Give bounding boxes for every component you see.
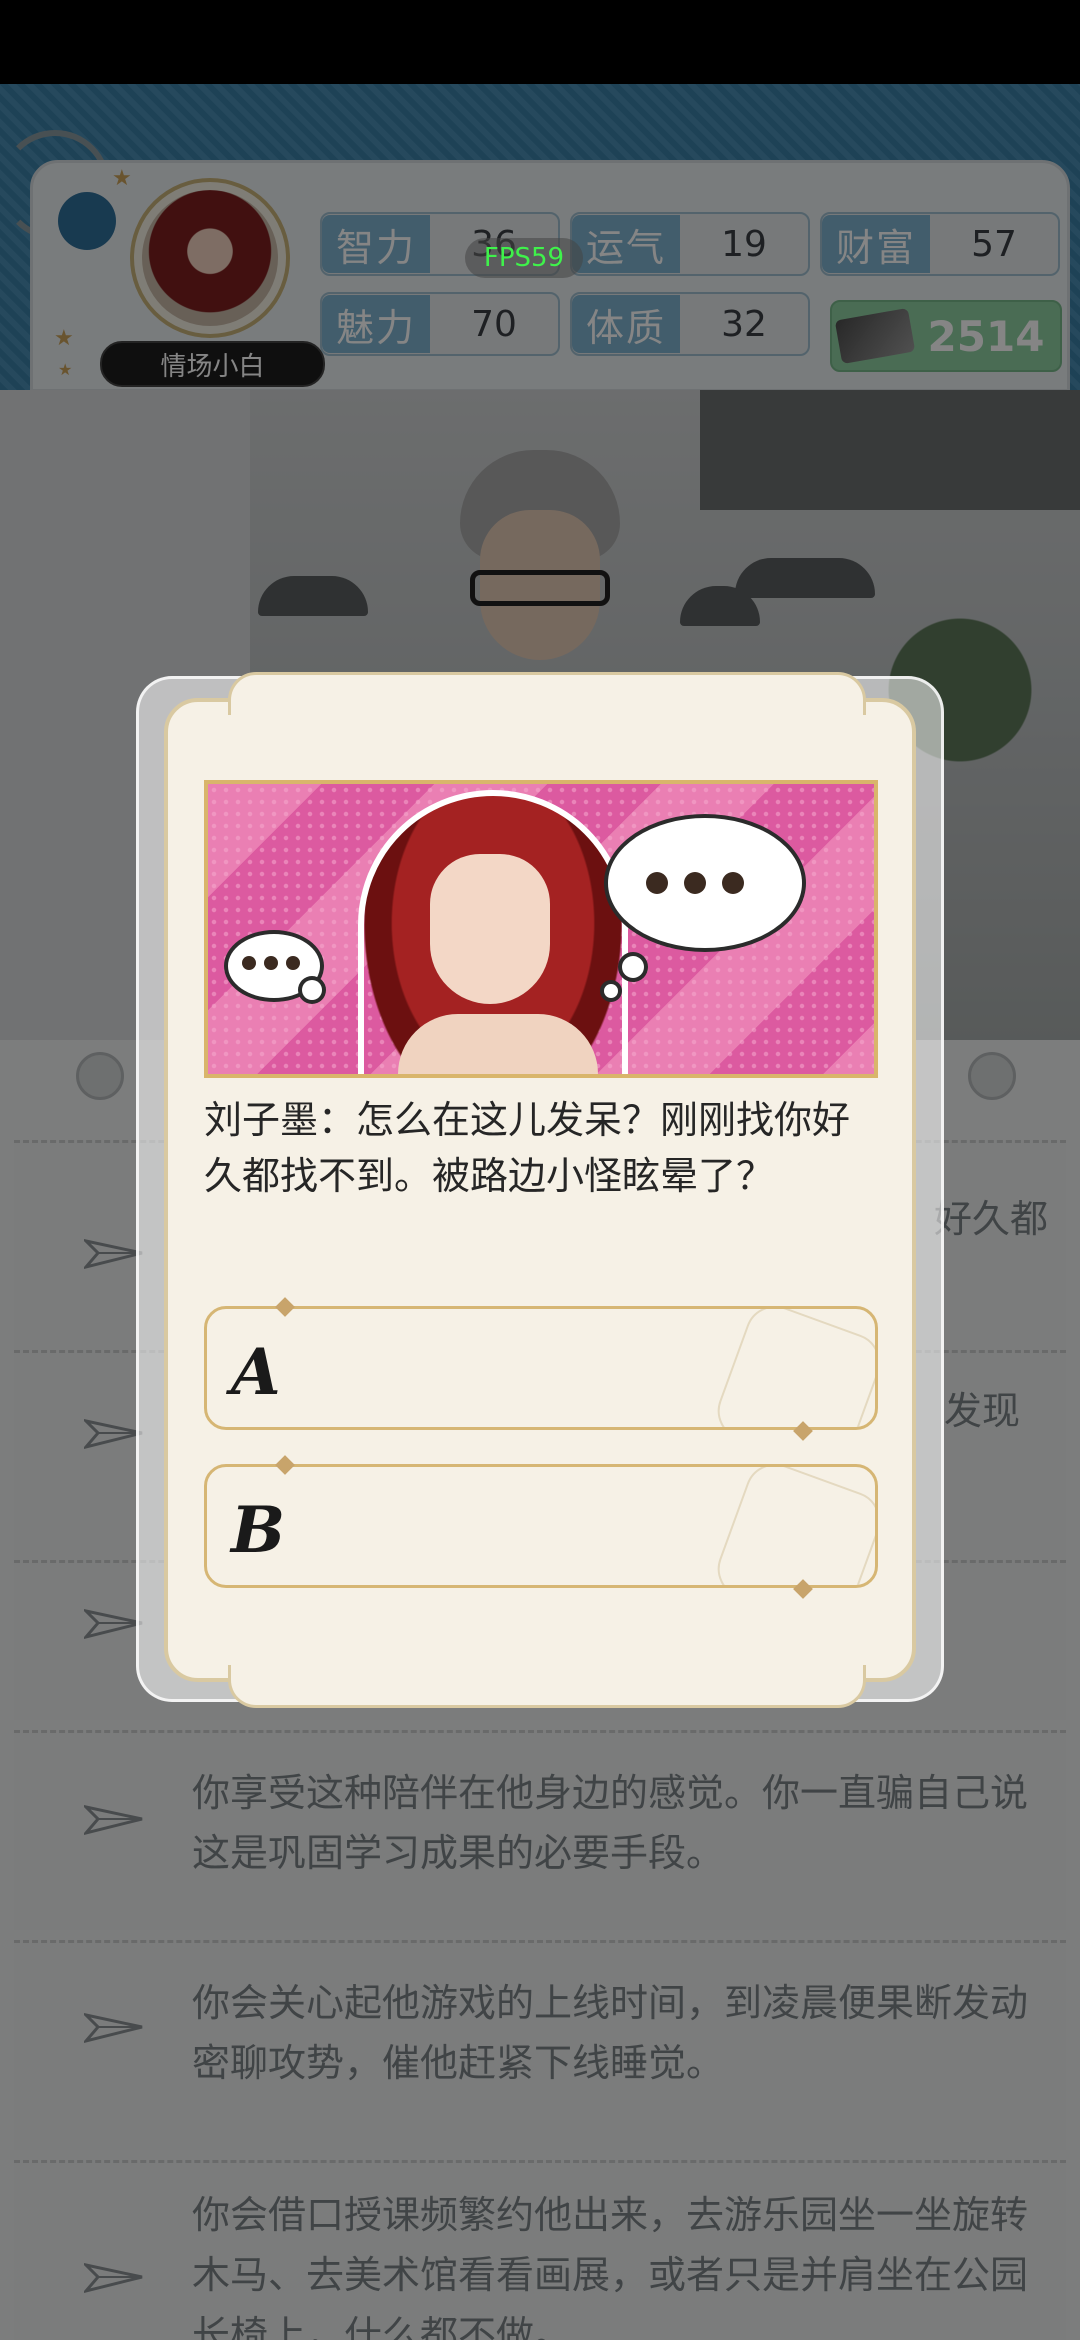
ellipsis-icon [242, 956, 300, 970]
option-letter: B [231, 1493, 286, 1568]
option-b-button[interactable]: B [204, 1464, 878, 1588]
fps-indicator: FPS59 [465, 238, 583, 278]
gem-decoration [709, 1467, 875, 1585]
option-letter: A [231, 1335, 281, 1410]
girl-face [430, 854, 550, 1004]
thought-bubble-tail [622, 956, 644, 978]
option-a-button[interactable]: A [204, 1306, 878, 1430]
dialogue-text: 刘子墨：怎么在这儿发呆？刚刚找你好久都找不到。被路边小怪眩晕了？ [204, 1098, 851, 1198]
thought-bubble-tail [604, 984, 618, 998]
gem-decoration [709, 1309, 875, 1427]
status-bar [0, 0, 1080, 84]
thought-bubble-tail [302, 980, 322, 1000]
girl-body [398, 1014, 598, 1074]
comic-panel [204, 780, 878, 1078]
ellipsis-icon [646, 872, 744, 894]
